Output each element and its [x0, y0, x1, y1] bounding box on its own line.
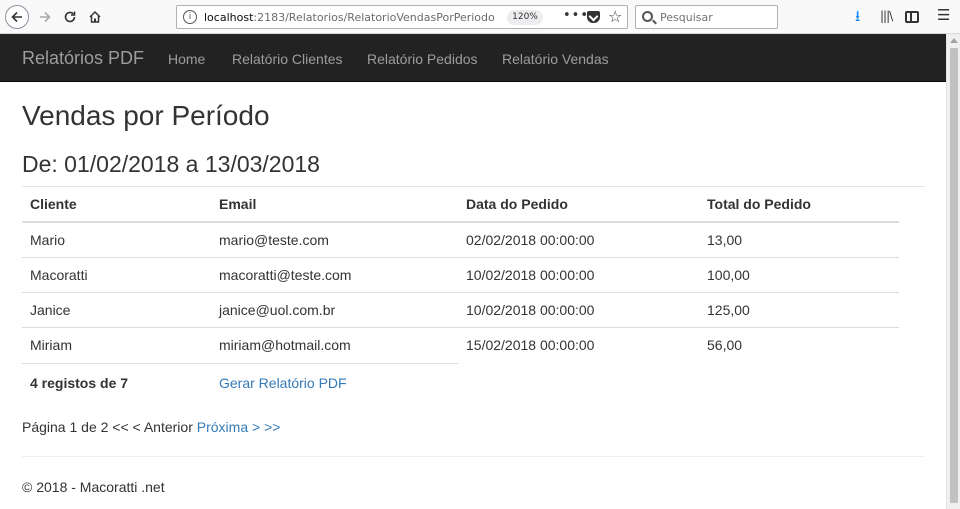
nav-link-home[interactable]: Home	[168, 51, 205, 67]
cell-email: mario@teste.com	[219, 231, 329, 248]
table-footer-row: 4 registos de 7 Gerar Relatório PDF	[22, 363, 458, 398]
cell-email: macoratti@teste.com	[211, 256, 458, 292]
vertical-scrollbar[interactable]	[946, 34, 960, 509]
cell-data-pedido: 02/02/2018 00:00:00	[466, 231, 595, 248]
record-count: 4 registos de 7	[30, 375, 129, 391]
download-icon[interactable]: ⭳	[855, 6, 860, 31]
info-icon[interactable]: i	[183, 10, 197, 24]
search-placeholder: Pesquisar	[660, 11, 713, 24]
bookmark-star-icon[interactable]: ☆	[608, 7, 622, 26]
cell-cliente: Mario	[30, 231, 66, 248]
page-actions-icon[interactable]: •••	[563, 8, 589, 23]
cell-total-pedido: 56,00	[699, 326, 899, 362]
url-host: localhost	[204, 11, 254, 24]
zoom-badge[interactable]: 120%	[507, 10, 543, 25]
address-bar[interactable]: i localhost:2183/Relatorios/RelatorioVen…	[176, 5, 628, 29]
pocket-icon[interactable]	[587, 11, 600, 23]
page-title: Vendas por Período	[22, 100, 270, 131]
nav-link-relatorio-vendas[interactable]: Relatório Vendas	[502, 51, 609, 67]
cell-data-pedido: 15/02/2018 00:00:00	[458, 326, 699, 362]
back-arrow-icon[interactable]	[5, 5, 29, 29]
pager-last-link[interactable]: >>	[264, 419, 280, 435]
forward-arrow-icon[interactable]	[34, 6, 56, 28]
scroll-up-arrow-icon[interactable]	[950, 38, 958, 43]
navbar-brand[interactable]: Relatórios PDF	[22, 48, 144, 69]
cell-cliente: Miriam	[22, 326, 211, 362]
scroll-thumb[interactable]	[950, 48, 958, 503]
search-icon	[642, 11, 653, 22]
header-cliente: Cliente	[22, 187, 211, 223]
cell-cliente: Macoratti	[22, 256, 211, 292]
reload-icon[interactable]	[59, 6, 81, 28]
hamburger-menu-icon[interactable]: ☰	[937, 6, 950, 24]
cell-data-pedido: 10/02/2018 00:00:00	[458, 256, 699, 292]
header-data-pedido: Data do Pedido	[458, 187, 699, 223]
table-row: Janice janice@uol.com.br 10/02/2018 00:0…	[22, 291, 899, 327]
browser-toolbar: i localhost:2183/Relatorios/RelatorioVen…	[0, 0, 960, 34]
nav-link-relatorio-pedidos[interactable]: Relatório Pedidos	[367, 51, 478, 67]
cell-total-pedido: 100,00	[699, 256, 899, 292]
pager-prev: < Anterior	[132, 419, 193, 435]
pager-next-link[interactable]: Próxima >	[197, 419, 260, 435]
table-row: Macoratti macoratti@teste.com 10/02/2018…	[22, 256, 899, 292]
sidebar-icon[interactable]	[905, 11, 919, 23]
cell-data-pedido: 10/02/2018 00:00:00	[458, 291, 699, 327]
library-icon[interactable]: |||\	[880, 9, 893, 23]
footer-copyright: © 2018 - Macoratti .net	[22, 479, 165, 495]
header-email: Email	[211, 187, 458, 223]
page-viewport: Relatórios PDF Home Relatório Clientes R…	[0, 34, 946, 509]
url-path: :2183/Relatorios/RelatorioVendasPorPerio…	[253, 11, 495, 24]
cell-email: janice@uol.com.br	[211, 291, 458, 327]
table-row: Miriam miriam@hotmail.com 15/02/2018 00:…	[22, 326, 899, 362]
table-header-row: Cliente Email Data do Pedido Total do Pe…	[22, 187, 899, 223]
cell-total-pedido: 13,00	[707, 231, 743, 248]
pagination: Página 1 de 2 << < Anterior Próxima > >>	[22, 419, 280, 435]
search-bar[interactable]: Pesquisar	[635, 5, 778, 29]
header-total-pedido: Total do Pedido	[699, 187, 899, 223]
navbar: Relatórios PDF Home Relatório Clientes R…	[0, 34, 946, 82]
table-row: Mario mario@teste.com 02/02/2018 00:00:0…	[22, 222, 899, 257]
home-icon[interactable]	[84, 6, 106, 28]
cell-cliente: Janice	[22, 291, 211, 327]
footer-divider	[22, 456, 925, 457]
sales-table: Cliente Email Data do Pedido Total do Pe…	[22, 187, 899, 362]
cell-total-pedido: 125,00	[699, 291, 899, 327]
cell-email: miriam@hotmail.com	[211, 326, 458, 362]
generate-pdf-link[interactable]: Gerar Relatório PDF	[219, 375, 347, 391]
nav-link-relatorio-clientes[interactable]: Relatório Clientes	[232, 51, 343, 67]
url-text: localhost:2183/Relatorios/RelatorioVenda…	[204, 11, 495, 24]
pager-info: Página 1 de 2	[22, 419, 109, 435]
date-range-subtitle: De: 01/02/2018 a 13/03/2018	[22, 151, 320, 177]
pager-first: <<	[112, 419, 129, 435]
